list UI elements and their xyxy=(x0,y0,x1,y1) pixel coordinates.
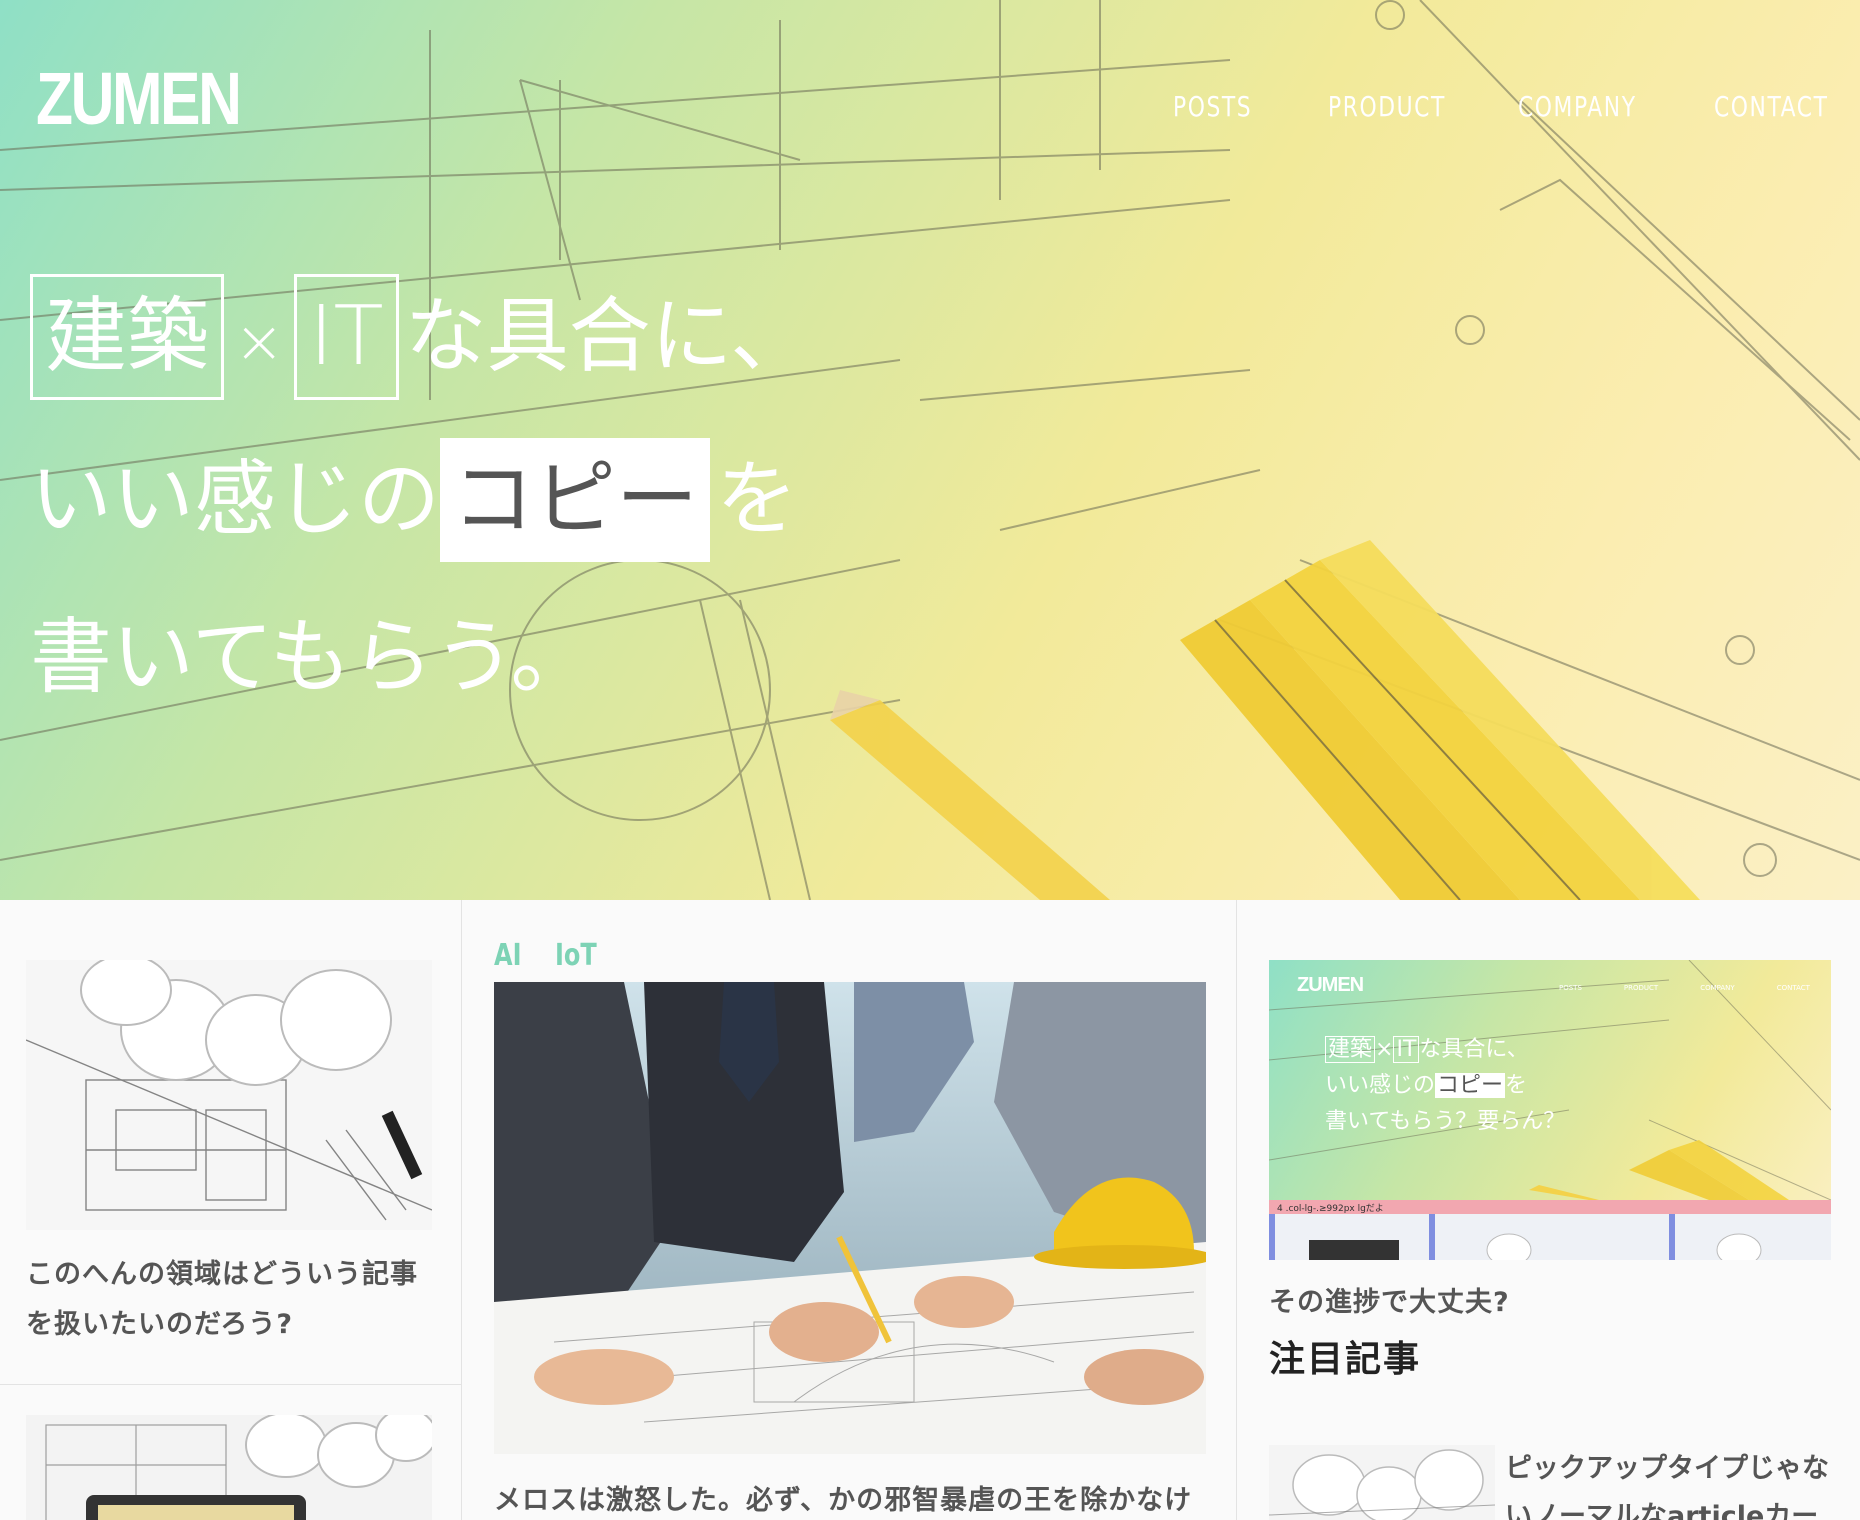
featured-section-title: 注目記事 xyxy=(1269,1339,1422,1380)
hero-boxed-word: 建築 xyxy=(30,274,225,400)
hero-section: ZUMEN POSTS PRODUCT COMPANY CONTACT 建築 × I… xyxy=(0,0,1860,900)
nav-item-contact[interactable]: CONTACT xyxy=(1714,90,1828,123)
hero-highlight-word: コピー xyxy=(440,438,711,562)
pencil-graphic xyxy=(830,690,1110,900)
featured-article-title[interactable]: メロスは激怒した。必ず、かの邪智暴虐の王を除かなけ xyxy=(494,1476,1214,1520)
preview-line-3: 書いてもらう？要らん？ xyxy=(1325,1109,1566,1134)
preview-hero-copy: 建築 × IT な具合に、 いい感じのコピーを 書いてもらう？要らん？ xyxy=(1325,1032,1565,1140)
hero-line-2-pre: いい感じの xyxy=(30,452,441,547)
blueprint-rolls-small-image xyxy=(1269,1445,1495,1520)
tag-ai[interactable]: AI xyxy=(494,938,522,973)
article-card-title[interactable]: その進捗で大丈夫? xyxy=(1269,1278,1829,1328)
hero-line-1-rest: な具合に、 xyxy=(404,289,813,384)
times-symbol: × xyxy=(234,306,285,377)
article-thumbnail-site-preview[interactable]: ZUMEN POSTS PRODUCT COMPANY CONTACT 建築 × IT な具… xyxy=(1269,960,1831,1260)
blueprint-tablet-image xyxy=(26,1415,432,1520)
preview-line-2-pre: いい感じの xyxy=(1325,1073,1436,1098)
featured-item-thumbnail[interactable] xyxy=(1269,1445,1495,1520)
preview-nav: POSTS PRODUCT COMPANY CONTACT xyxy=(1559,984,1810,992)
card-divider xyxy=(0,1384,462,1385)
preview-highlight: コピー xyxy=(1435,1073,1506,1098)
preview-debug-bar: 4 .col-lg-.≥992px lgだよ xyxy=(1277,1204,1384,1214)
nav-item-company[interactable]: COMPANY xyxy=(1518,90,1637,123)
nav-item-product[interactable]: PRODUCT xyxy=(1328,90,1446,123)
article-thumbnail[interactable] xyxy=(26,960,432,1230)
hero-boxed-word: IT xyxy=(294,274,399,400)
nav-item-posts[interactable]: POSTS xyxy=(1173,90,1252,123)
preview-logo: ZUMEN xyxy=(1297,974,1364,996)
hero-line-2: いい感じの コピーを xyxy=(30,438,798,562)
team-working-on-blueprints-image xyxy=(494,982,1206,1454)
preview-nav-item: CONTACT xyxy=(1776,984,1810,992)
right-column: ZUMEN POSTS PRODUCT COMPANY CONTACT 建築 × IT な具… xyxy=(1237,900,1860,1520)
preview-line-2-post: を xyxy=(1505,1073,1528,1098)
preview-times: × xyxy=(1375,1037,1394,1062)
preview-boxed-word: 建築 xyxy=(1325,1036,1376,1063)
preview-nav-item: POSTS xyxy=(1559,984,1582,992)
preview-nav-item: COMPANY xyxy=(1700,984,1735,992)
preview-line-1-rest: な具合に、 xyxy=(1419,1037,1529,1062)
hero-line-2-post: を xyxy=(716,452,799,547)
main-nav: POSTS PRODUCT COMPANY CONTACT xyxy=(0,90,1860,130)
hero-line-1: 建築 × IT な具合に、 xyxy=(30,274,812,402)
preview-boxed-word: IT xyxy=(1393,1036,1420,1063)
article-thumbnail[interactable] xyxy=(26,1415,432,1520)
tag-iot[interactable]: IoT xyxy=(555,938,597,973)
blueprint-rolls-image xyxy=(26,960,432,1230)
featured-item-title[interactable]: ピックアップタイプじゃないノーマルなarticleカード xyxy=(1505,1445,1845,1520)
preview-nav-item: PRODUCT xyxy=(1623,984,1659,992)
article-card-title[interactable]: このへんの領域はどういう記事を扱いたいのだろう? xyxy=(26,1250,432,1350)
hero-line-3: 書いてもらう。 xyxy=(30,610,593,705)
tag-list: AI IoT xyxy=(494,938,630,973)
folding-ruler-graphic xyxy=(1180,540,1700,900)
middle-column: AI IoT メロスは激怒した。必ず、かの邪智暴虐の王を除かなけ xyxy=(462,900,1237,1520)
left-column: このへんの領域はどういう記事を扱いたいのだろう? xyxy=(0,900,462,1520)
featured-article-image[interactable] xyxy=(494,982,1206,1454)
